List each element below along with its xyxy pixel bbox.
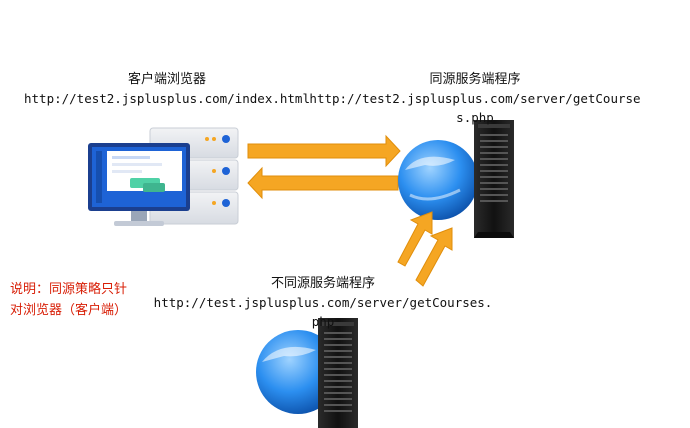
response-arrow xyxy=(247,166,399,200)
other-origin-server-title: 不同源服务端程序 xyxy=(270,276,375,291)
cross-origin-request-arrow xyxy=(397,211,433,267)
note-line-1: 说明：同源策略只针 xyxy=(10,282,128,297)
other-origin-server-label: 不同源服务端程序 http://test.jsplusplus.com/serv… xyxy=(150,274,496,331)
client-label: 客户端浏览器 http://test2.jsplusplus.com/index… xyxy=(22,70,312,108)
other-origin-server-url: http://test.jsplusplus.com/server/getCou… xyxy=(153,295,493,329)
note-line-2: 对浏览器（客户端） xyxy=(10,303,128,318)
other-origin-server-icon xyxy=(256,318,358,428)
same-origin-server-title: 同源服务端程序 xyxy=(429,72,521,87)
same-origin-server-label: 同源服务端程序 http://test2.jsplusplus.com/serv… xyxy=(304,70,646,127)
diagram-canvas xyxy=(88,120,514,428)
client-computer-icon xyxy=(88,127,239,226)
same-origin-policy-note: 说明：同源策略只针 对浏览器（客户端） xyxy=(10,279,150,321)
client-url: http://test2.jsplusplus.com/index.html xyxy=(24,91,310,106)
client-title: 客户端浏览器 xyxy=(127,72,206,87)
same-origin-server-url: http://test2.jsplusplus.com/server/getCo… xyxy=(309,91,641,125)
request-arrow xyxy=(247,134,401,168)
